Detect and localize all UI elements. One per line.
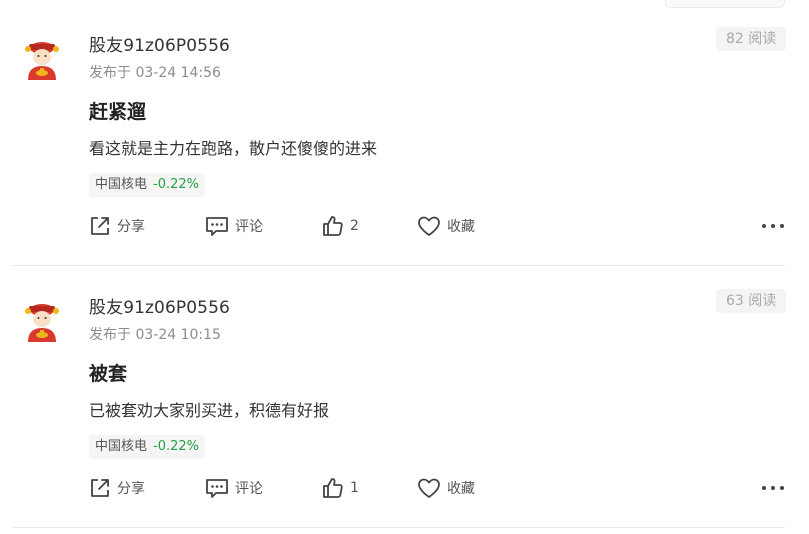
comment-label: 评论: [235, 481, 263, 497]
comment-icon: [206, 217, 228, 236]
comment-label: 评论: [235, 219, 263, 235]
like-button[interactable]: 1: [322, 475, 359, 501]
heart-icon: [418, 216, 440, 236]
share-label: 分享: [117, 481, 145, 497]
author-name[interactable]: 股友91z06P0556: [89, 293, 230, 318]
share-icon: [91, 479, 109, 497]
previous-card-edge: [665, 0, 785, 8]
post-time: 发布于 03-24 14:56: [89, 65, 221, 81]
stock-tag[interactable]: 中国核电 -0.22%: [89, 435, 206, 459]
author-name[interactable]: 股友91z06P0556: [89, 31, 230, 56]
favorite-button[interactable]: 收藏: [417, 475, 475, 501]
comment-button[interactable]: 评论: [205, 213, 263, 239]
avatar-fortune-god-icon: [25, 42, 59, 80]
favorite-button[interactable]: 收藏: [417, 213, 475, 239]
more-icon[interactable]: [762, 214, 784, 238]
divider: [12, 527, 785, 528]
stock-name: 中国核电: [95, 439, 148, 454]
read-count-badge: 82 阅读: [716, 27, 787, 51]
divider: [12, 265, 785, 266]
post-content[interactable]: 看这就是主力在跑路，散户还傻傻的进来: [89, 135, 377, 159]
favorite-label: 收藏: [447, 481, 475, 497]
heart-icon: [418, 478, 440, 498]
like-button[interactable]: 2: [322, 213, 359, 239]
stock-change: -0.22%: [153, 177, 200, 192]
post-title[interactable]: 被套: [89, 359, 127, 386]
share-label: 分享: [117, 219, 145, 235]
share-button[interactable]: 分享: [89, 213, 145, 239]
stock-change: -0.22%: [153, 439, 200, 454]
avatar[interactable]: [20, 38, 64, 82]
share-button[interactable]: 分享: [89, 475, 145, 501]
post-time: 发布于 03-24 10:15: [89, 327, 221, 343]
share-icon: [91, 217, 109, 235]
like-count: 1: [350, 480, 359, 496]
more-icon[interactable]: [762, 476, 784, 500]
stock-tag[interactable]: 中国核电 -0.22%: [89, 173, 206, 197]
avatar-fortune-god-icon: [25, 304, 59, 342]
comment-icon: [206, 479, 228, 498]
like-icon: [323, 478, 343, 498]
post-content[interactable]: 已被套劝大家别买进，积德有好报: [89, 397, 329, 421]
avatar[interactable]: [20, 300, 64, 344]
comment-button[interactable]: 评论: [205, 475, 263, 501]
read-count-badge: 63 阅读: [716, 289, 787, 313]
like-count: 2: [350, 218, 359, 234]
stock-name: 中国核电: [95, 177, 148, 192]
favorite-label: 收藏: [447, 219, 475, 235]
post-title[interactable]: 赶紧遛: [89, 97, 146, 124]
like-icon: [323, 216, 343, 236]
